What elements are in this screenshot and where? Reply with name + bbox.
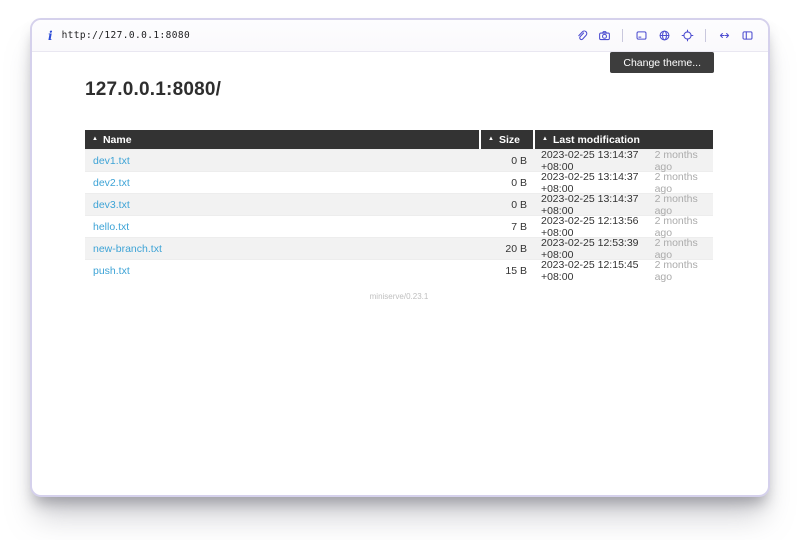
change-theme-button[interactable]: Change theme... [610,52,714,73]
page-content: Change theme... 127.0.0.1:8080/ ▲ Name ▲… [32,52,768,494]
file-modified-cell: 2023-02-25 12:13:56 +08:00 2 months ago [533,215,713,239]
table-body: dev1.txt 0 B 2023-02-25 13:14:37 +08:00 … [85,149,713,281]
url-text[interactable]: http://127.0.0.1:8080 [62,30,191,41]
browser-window: i http://127.0.0.1:8080 [30,18,770,497]
modified-timestamp: 2023-02-25 12:13:56 +08:00 [541,215,655,239]
file-link[interactable]: dev2.txt [93,177,130,189]
file-modified-cell: 2023-02-25 13:14:37 +08:00 2 months ago [533,171,713,195]
sort-asc-icon: ▲ [488,136,494,142]
file-size-cell: 0 B [479,155,533,167]
table-row: dev2.txt 0 B 2023-02-25 13:14:37 +08:00 … [85,171,713,193]
file-link[interactable]: dev3.txt [93,199,130,211]
browser-toolbar: i http://127.0.0.1:8080 [32,20,768,52]
file-link[interactable]: hello.txt [93,221,129,233]
modified-relative: 2 months ago [655,171,709,195]
modified-timestamp: 2023-02-25 13:14:37 +08:00 [541,193,655,217]
file-name-cell: new-branch.txt [85,243,479,255]
table-header-row: ▲ Name ▲ Size ▲ Last modification [85,130,713,149]
table-row: new-branch.txt 20 B 2023-02-25 12:53:39 … [85,237,713,259]
link-icon[interactable] [574,29,588,43]
file-name-cell: dev1.txt [85,155,479,167]
column-header-label: Size [499,134,520,146]
table-row: dev3.txt 0 B 2023-02-25 13:14:37 +08:00 … [85,193,713,215]
file-name-cell: dev2.txt [85,177,479,189]
target-icon[interactable] [680,29,694,43]
column-header-label: Name [103,134,132,146]
file-link[interactable]: push.txt [93,265,130,277]
modified-relative: 2 months ago [655,149,709,173]
file-modified-cell: 2023-02-25 13:14:37 +08:00 2 months ago [533,193,713,217]
file-name-cell: push.txt [85,265,479,277]
file-size-cell: 0 B [479,177,533,189]
file-size-cell: 20 B [479,243,533,255]
file-modified-cell: 2023-02-25 12:53:39 +08:00 2 months ago [533,237,713,261]
modified-timestamp: 2023-02-25 12:15:45 +08:00 [541,259,655,283]
toolbar-divider [705,29,706,42]
server-version: miniserve/0.23.1 [85,292,713,301]
modified-timestamp: 2023-02-25 13:14:37 +08:00 [541,149,655,173]
file-name-cell: dev3.txt [85,199,479,211]
file-size-cell: 15 B [479,265,533,277]
sort-asc-icon: ▲ [542,136,548,142]
globe-icon[interactable] [657,29,671,43]
column-header-size[interactable]: ▲ Size [479,130,533,149]
modified-timestamp: 2023-02-25 12:53:39 +08:00 [541,237,655,261]
column-header-name[interactable]: ▲ Name [85,130,479,149]
info-icon[interactable]: i [48,30,53,42]
column-header-label: Last modification [553,134,640,146]
modified-timestamp: 2023-02-25 13:14:37 +08:00 [541,171,655,195]
table-row: dev1.txt 0 B 2023-02-25 13:14:37 +08:00 … [85,149,713,171]
file-size-cell: 0 B [479,199,533,211]
console-window-icon[interactable] [634,29,648,43]
table-row: hello.txt 7 B 2023-02-25 12:13:56 +08:00… [85,215,713,237]
toolbar-divider [622,29,623,42]
camera-icon[interactable] [597,29,611,43]
file-modified-cell: 2023-02-25 12:15:45 +08:00 2 months ago [533,259,713,283]
file-modified-cell: 2023-02-25 13:14:37 +08:00 2 months ago [533,149,713,173]
modified-relative: 2 months ago [655,193,709,217]
address-bar[interactable]: i http://127.0.0.1:8080 [48,30,190,42]
file-size-cell: 7 B [479,221,533,233]
sort-asc-icon: ▲ [92,136,98,142]
file-link[interactable]: dev1.txt [93,155,130,167]
sidebar-icon[interactable] [740,29,754,43]
table-row: push.txt 15 B 2023-02-25 12:15:45 +08:00… [85,259,713,281]
modified-relative: 2 months ago [655,237,709,261]
resize-arrows-icon[interactable] [717,29,731,43]
file-table: ▲ Name ▲ Size ▲ Last modification de [85,130,713,281]
modified-relative: 2 months ago [655,259,709,283]
page-title: 127.0.0.1:8080/ [85,79,221,101]
file-name-cell: hello.txt [85,221,479,233]
column-header-modified[interactable]: ▲ Last modification [533,130,713,149]
modified-relative: 2 months ago [655,215,709,239]
toolbar-icon-group [574,29,754,43]
file-link[interactable]: new-branch.txt [93,243,162,255]
